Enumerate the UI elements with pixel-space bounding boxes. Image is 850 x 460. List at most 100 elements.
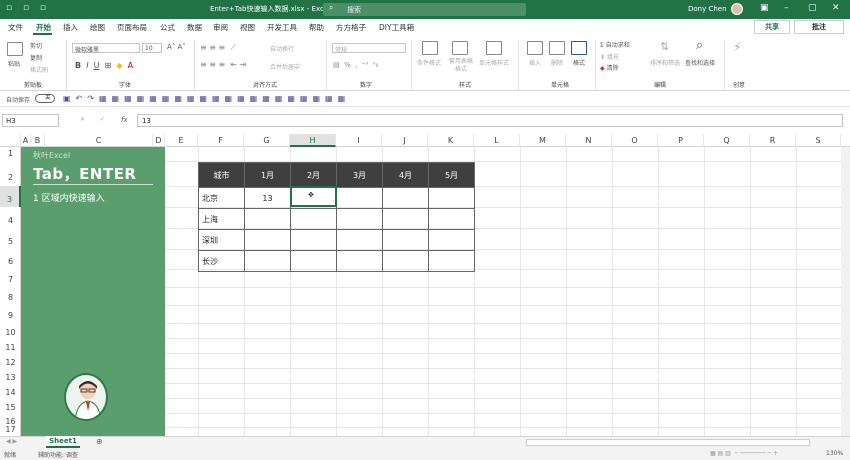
- ribbon-display-icon[interactable]: ▣: [760, 3, 769, 13]
- vertical-scrollbar[interactable]: [841, 147, 850, 436]
- autosave-toggle[interactable]: 关: [35, 94, 55, 103]
- align-horizontal-icons[interactable]: ≡ ≡ ≡ ⇤ ⇥: [200, 60, 246, 69]
- table-cell[interactable]: 上海: [198, 208, 245, 230]
- wrap-text-button[interactable]: 自动换行: [270, 44, 294, 53]
- tab-page-layout[interactable]: 页面布局: [117, 22, 147, 33]
- table-cell[interactable]: [244, 250, 291, 272]
- user-name[interactable]: Dony Chen: [688, 5, 727, 13]
- tab-developer[interactable]: 开发工具: [267, 22, 297, 33]
- column-header[interactable]: P: [658, 134, 704, 147]
- sort-filter-icon[interactable]: ⇅: [660, 40, 669, 53]
- font-grow-icon[interactable]: A˄ A˅: [167, 43, 186, 51]
- row-header[interactable]: 11: [0, 338, 21, 353]
- format-cells-button[interactable]: 格式: [573, 58, 585, 67]
- quick-access-icons[interactable]: ▫ ▫ ▫: [6, 3, 50, 13]
- ideas-icon[interactable]: ⚡: [733, 40, 741, 54]
- find-select-button[interactable]: 查找和选择: [685, 58, 715, 67]
- comment-button[interactable]: 批注: [794, 20, 844, 34]
- font-name-select[interactable]: 微软雅黑: [72, 43, 140, 54]
- header-cell[interactable]: 1月: [244, 162, 291, 188]
- column-header[interactable]: R: [750, 134, 796, 147]
- column-header[interactable]: B: [31, 134, 45, 147]
- column-header[interactable]: I: [336, 134, 382, 147]
- row-header[interactable]: 5: [0, 228, 21, 249]
- add-sheet-icon[interactable]: ⊕: [96, 437, 103, 446]
- table-cell[interactable]: [290, 229, 337, 251]
- row-header[interactable]: 8: [0, 287, 21, 305]
- minimize-icon[interactable]: –: [784, 3, 789, 13]
- table-cell[interactable]: [428, 229, 475, 251]
- table-cell[interactable]: 北京: [198, 187, 245, 209]
- formula-input[interactable]: 13: [137, 114, 843, 127]
- accessibility-status[interactable]: 辅助功能: 调查: [38, 450, 78, 459]
- row-header[interactable]: 6: [0, 249, 21, 269]
- view-mode-icons[interactable]: ▦ ▤ ▥ ─ ─────── ─ +: [710, 450, 778, 457]
- table-cell[interactable]: [244, 229, 291, 251]
- insert-cells-icon[interactable]: [527, 41, 543, 55]
- column-header[interactable]: S: [796, 134, 841, 147]
- row-header[interactable]: 4: [0, 207, 21, 228]
- table-cell[interactable]: [382, 208, 429, 230]
- row-header-selected[interactable]: 3: [0, 186, 21, 207]
- font-style-icons[interactable]: B I U ⊞ ◆ A: [75, 61, 133, 70]
- tab-formulas[interactable]: 公式: [160, 22, 175, 33]
- column-header[interactable]: E: [165, 134, 198, 147]
- table-cell[interactable]: [336, 187, 383, 209]
- cancel-icon[interactable]: ✕: [80, 116, 85, 123]
- table-cell[interactable]: [428, 250, 475, 272]
- quick-access-icons-row[interactable]: ▣↶↷▦▦▦▦▦▦▦▦▦▦▦▦▦▦▦▦▦▦▦▦: [63, 94, 350, 103]
- find-select-icon[interactable]: ⌕: [696, 38, 703, 53]
- row-header[interactable]: 1: [0, 147, 21, 161]
- conditional-format-button[interactable]: 条件格式: [417, 58, 441, 67]
- table-cell[interactable]: [336, 250, 383, 272]
- insert-cells-button[interactable]: 插入: [529, 58, 541, 67]
- column-header[interactable]: A: [21, 134, 31, 147]
- tab-diy[interactable]: DIY工具箱: [379, 22, 414, 33]
- table-cell[interactable]: 长沙: [198, 250, 245, 272]
- tab-review[interactable]: 审阅: [213, 22, 228, 33]
- table-cell[interactable]: [244, 208, 291, 230]
- column-header[interactable]: C: [45, 134, 153, 147]
- enter-icon[interactable]: ✓: [100, 116, 105, 123]
- header-cell[interactable]: 3月: [336, 162, 383, 188]
- sheet-tab[interactable]: Sheet1: [46, 436, 80, 448]
- format-table-icon[interactable]: [452, 41, 468, 55]
- row-header[interactable]: 17: [0, 426, 21, 436]
- maximize-icon[interactable]: ▢: [808, 3, 817, 13]
- search-box[interactable]: ⌕ 搜索: [323, 3, 526, 16]
- row-header[interactable]: 2: [0, 161, 21, 186]
- align-top-icons[interactable]: ≡ ≡ ≡ ⟋: [200, 43, 236, 53]
- column-header[interactable]: G: [244, 134, 290, 147]
- tab-home[interactable]: 开始: [36, 22, 51, 33]
- tab-help[interactable]: 帮助: [309, 22, 324, 33]
- copy-button[interactable]: 复制: [30, 53, 42, 62]
- sort-filter-button[interactable]: 排序和筛选: [650, 58, 680, 67]
- row-header[interactable]: 9: [0, 305, 21, 323]
- close-icon[interactable]: ✕: [832, 3, 840, 13]
- autosum-button[interactable]: Σ 自动求和: [600, 40, 630, 49]
- table-cell[interactable]: [336, 229, 383, 251]
- merge-center-button[interactable]: 合并后居中: [270, 62, 300, 71]
- horizontal-scrollbar[interactable]: [526, 439, 810, 446]
- column-header[interactable]: N: [566, 134, 612, 147]
- format-painter-button[interactable]: 格式刷: [30, 65, 48, 74]
- row-header[interactable]: 14: [0, 383, 21, 398]
- avatar[interactable]: [731, 3, 743, 15]
- table-cell[interactable]: [428, 208, 475, 230]
- table-cell[interactable]: [336, 208, 383, 230]
- sheet-nav-icons[interactable]: ◀ ▶: [6, 438, 17, 445]
- column-header-selected[interactable]: H: [290, 134, 336, 147]
- tab-fangfang[interactable]: 方方格子: [336, 22, 366, 33]
- tab-draw[interactable]: 绘图: [90, 22, 105, 33]
- header-cell[interactable]: 城市: [198, 162, 245, 188]
- header-cell[interactable]: 5月: [428, 162, 475, 188]
- select-all-corner[interactable]: [0, 134, 21, 147]
- cell-styles-button[interactable]: 单元格样式: [479, 58, 509, 67]
- insert-function-button[interactable]: fx: [121, 116, 128, 124]
- paste-button[interactable]: 粘贴: [8, 59, 20, 68]
- paste-icon[interactable]: [7, 42, 23, 56]
- format-cells-icon[interactable]: [571, 41, 587, 55]
- table-cell[interactable]: [290, 250, 337, 272]
- table-cell[interactable]: [382, 250, 429, 272]
- tab-file[interactable]: 文件: [8, 22, 23, 33]
